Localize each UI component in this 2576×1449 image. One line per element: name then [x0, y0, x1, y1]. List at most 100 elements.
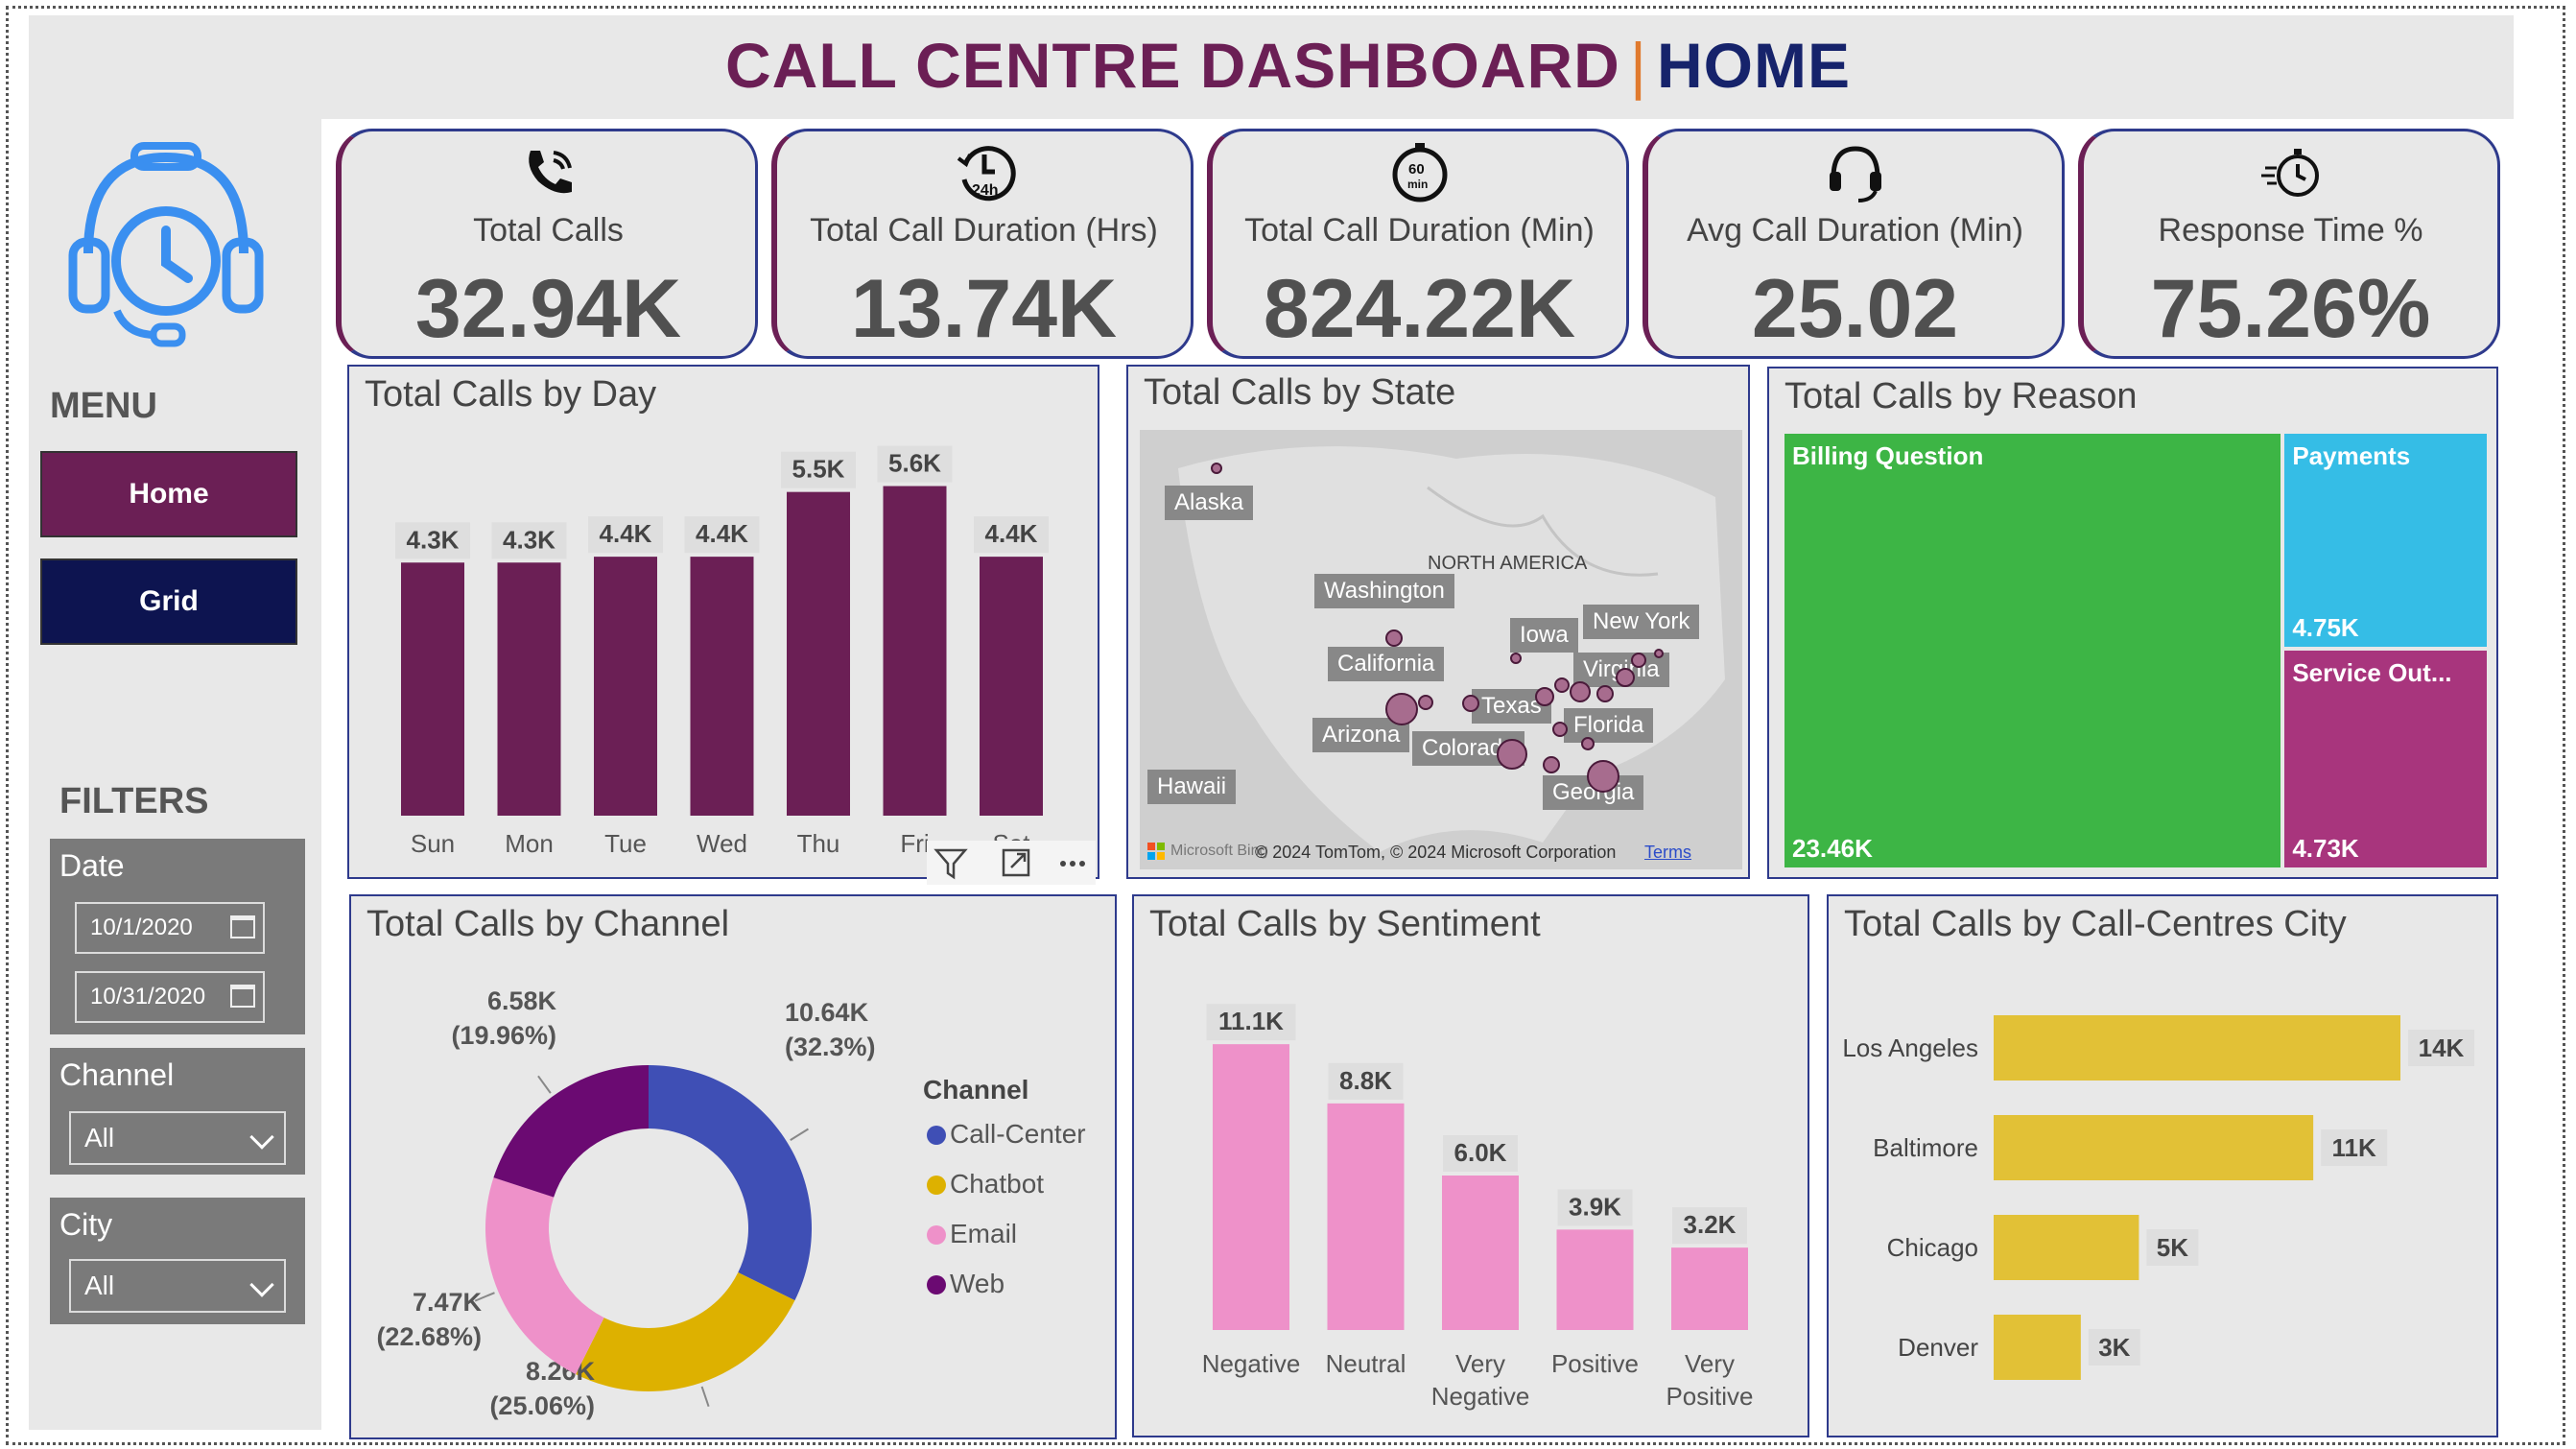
state-bubble[interactable] — [1616, 668, 1635, 687]
map-terms-link[interactable]: Terms — [1644, 843, 1691, 863]
date-start-input[interactable]: 10/1/2020 — [75, 902, 265, 954]
calls-by-reason-card[interactable]: Total Calls by Reason Billing Question 23… — [1767, 367, 2498, 879]
sentiment-bar[interactable] — [1556, 1229, 1634, 1330]
calls-by-day-card[interactable]: Total Calls by Day 4.3K Sun 4.3K Mon 4.4K Tue… — [347, 365, 1099, 879]
calls-by-sentiment-card[interactable]: Total Calls by Sentiment 11.1K Negative 8.… — [1132, 894, 1809, 1437]
treemap-tile[interactable]: Billing Question 23.46K — [1784, 434, 2281, 867]
calendar-icon[interactable] — [230, 985, 255, 1008]
day-bar[interactable] — [787, 491, 850, 816]
state-bubble[interactable] — [1587, 760, 1619, 793]
svg-text:24h: 24h — [972, 182, 999, 199]
day-bar[interactable] — [594, 557, 657, 816]
city-dropdown[interactable]: All — [69, 1259, 286, 1313]
city-bar[interactable] — [1994, 1315, 2081, 1380]
donut-slice[interactable] — [649, 1065, 812, 1301]
state-bubble[interactable] — [1211, 463, 1222, 474]
state-bubble[interactable] — [1654, 649, 1664, 658]
city-slicer: City All — [50, 1198, 305, 1324]
day-bar[interactable] — [690, 557, 754, 816]
state-bubble[interactable] — [1462, 695, 1479, 712]
sentiment-tick-label: Positive — [1551, 1349, 1639, 1378]
kpi-value: 32.94K — [414, 263, 682, 355]
state-label: New York — [1583, 605, 1700, 639]
calls-by-city-card[interactable]: Total Calls by Call-Centres City Los Ang… — [1827, 894, 2498, 1437]
donut-leader-line — [537, 1075, 552, 1094]
visual-header — [927, 841, 1096, 885]
map-canvas[interactable]: NORTH AMERICA Alaska Washington Iowa New… — [1140, 430, 1742, 869]
channel-dropdown[interactable]: All — [69, 1111, 286, 1165]
sentiment-tick-label: Very — [1685, 1349, 1735, 1378]
legend-item-call-center[interactable]: Call-Center — [927, 1119, 1086, 1150]
city-tick-label: Denver — [1898, 1333, 1978, 1362]
filters-label: FILTERS — [59, 781, 209, 821]
day-data-label: 5.5K — [792, 455, 845, 484]
state-bubble[interactable] — [1385, 629, 1403, 647]
donut-percent-label: (25.06%) — [489, 1391, 595, 1420]
state-bubble[interactable] — [1543, 756, 1560, 773]
state-bubble[interactable] — [1535, 687, 1554, 706]
state-bubble[interactable] — [1581, 737, 1595, 750]
legend-swatch — [927, 1176, 946, 1195]
svg-text:min: min — [1407, 178, 1428, 191]
city-bar[interactable] — [1994, 1115, 2314, 1180]
treemap-tile[interactable]: Service Out... 4.73K — [2284, 651, 2487, 867]
state-bubble[interactable] — [1554, 677, 1570, 693]
sentiment-tick-label: Positive — [1666, 1382, 1753, 1411]
legend-item-email[interactable]: Email — [927, 1219, 1017, 1249]
sentiment-bar[interactable] — [1327, 1103, 1405, 1330]
title-main: CALL CENTRE DASHBOARD — [725, 30, 1620, 101]
legend-label: Chatbot — [950, 1169, 1045, 1199]
state-bubble[interactable] — [1510, 653, 1522, 664]
donut-leader-line — [700, 1386, 710, 1408]
date-end-input[interactable]: 10/31/2020 — [75, 971, 265, 1023]
calls-by-state-card[interactable]: Total Calls by State NORTH AMERICA Alask… — [1126, 365, 1750, 879]
channel-slicer: Channel All — [50, 1048, 305, 1175]
more-options-icon[interactable] — [1060, 861, 1085, 867]
kpi-label: Response Time % — [2158, 212, 2423, 249]
donut-slice[interactable] — [493, 1065, 649, 1198]
state-bubble[interactable] — [1497, 739, 1527, 770]
day-tick-label: Sun — [411, 829, 455, 858]
kpi-value: 25.02 — [1751, 263, 1959, 355]
donut-percent-label: (19.96%) — [451, 1021, 556, 1050]
state-bubble[interactable] — [1596, 685, 1614, 702]
state-label: Iowa — [1510, 618, 1578, 653]
legend-label: Web — [950, 1269, 1005, 1298]
state-bubble[interactable] — [1385, 693, 1418, 725]
city-bar[interactable] — [1994, 1015, 2400, 1081]
calendar-icon[interactable] — [230, 915, 255, 938]
nav-home-button[interactable]: Home — [40, 451, 297, 537]
nav-grid-button[interactable]: Grid — [40, 558, 297, 645]
kpi-card-total-duration-hrs: 24h Total Call Duration (Hrs) 13.74K — [771, 129, 1193, 359]
clock-24h-icon: 24h — [957, 146, 1016, 202]
city-tick-label: Baltimore — [1873, 1133, 1978, 1162]
treemap-tile[interactable]: Payments 4.75K — [2284, 434, 2487, 648]
day-bar[interactable] — [401, 562, 464, 816]
date-slicer: Date 10/1/2020 10/31/2020 — [50, 839, 305, 1034]
sentiment-bar[interactable] — [1671, 1247, 1748, 1330]
state-bubble[interactable] — [1418, 695, 1433, 710]
legend-item-web[interactable]: Web — [927, 1269, 1004, 1299]
state-bubble[interactable] — [1631, 653, 1646, 668]
donut-slice[interactable] — [576, 1271, 795, 1391]
calls-by-channel-card[interactable]: Total Calls by Channel 10.64K (32.3%) 8.26… — [349, 894, 1117, 1439]
city-bar[interactable] — [1994, 1215, 2139, 1280]
day-data-label: 4.4K — [985, 519, 1038, 548]
state-bubble[interactable] — [1570, 681, 1591, 702]
state-bubble[interactable] — [1552, 722, 1568, 737]
kpi-value: 13.74K — [850, 263, 1118, 355]
day-bar[interactable] — [497, 562, 561, 816]
sentiment-bar[interactable] — [1213, 1044, 1289, 1330]
kpi-card-total-duration-min: 60 min Total Call Duration (Min) 824.22K — [1207, 129, 1629, 359]
day-tick-label: Mon — [505, 829, 554, 858]
sentiment-data-label: 11.1K — [1218, 1007, 1284, 1035]
page-title: CALL CENTRE DASHBOARD | HOME — [0, 29, 2576, 102]
day-bar[interactable] — [883, 486, 947, 816]
sentiment-bar[interactable] — [1442, 1176, 1519, 1330]
stopwatch-icon — [2260, 149, 2319, 197]
donut-slice[interactable] — [485, 1177, 604, 1375]
timer-60min-icon: 60 min — [1392, 143, 1447, 202]
legend-item-chatbot[interactable]: Chatbot — [927, 1169, 1044, 1200]
day-bar[interactable] — [980, 557, 1043, 816]
donut-percent-label: (22.68%) — [376, 1322, 482, 1351]
